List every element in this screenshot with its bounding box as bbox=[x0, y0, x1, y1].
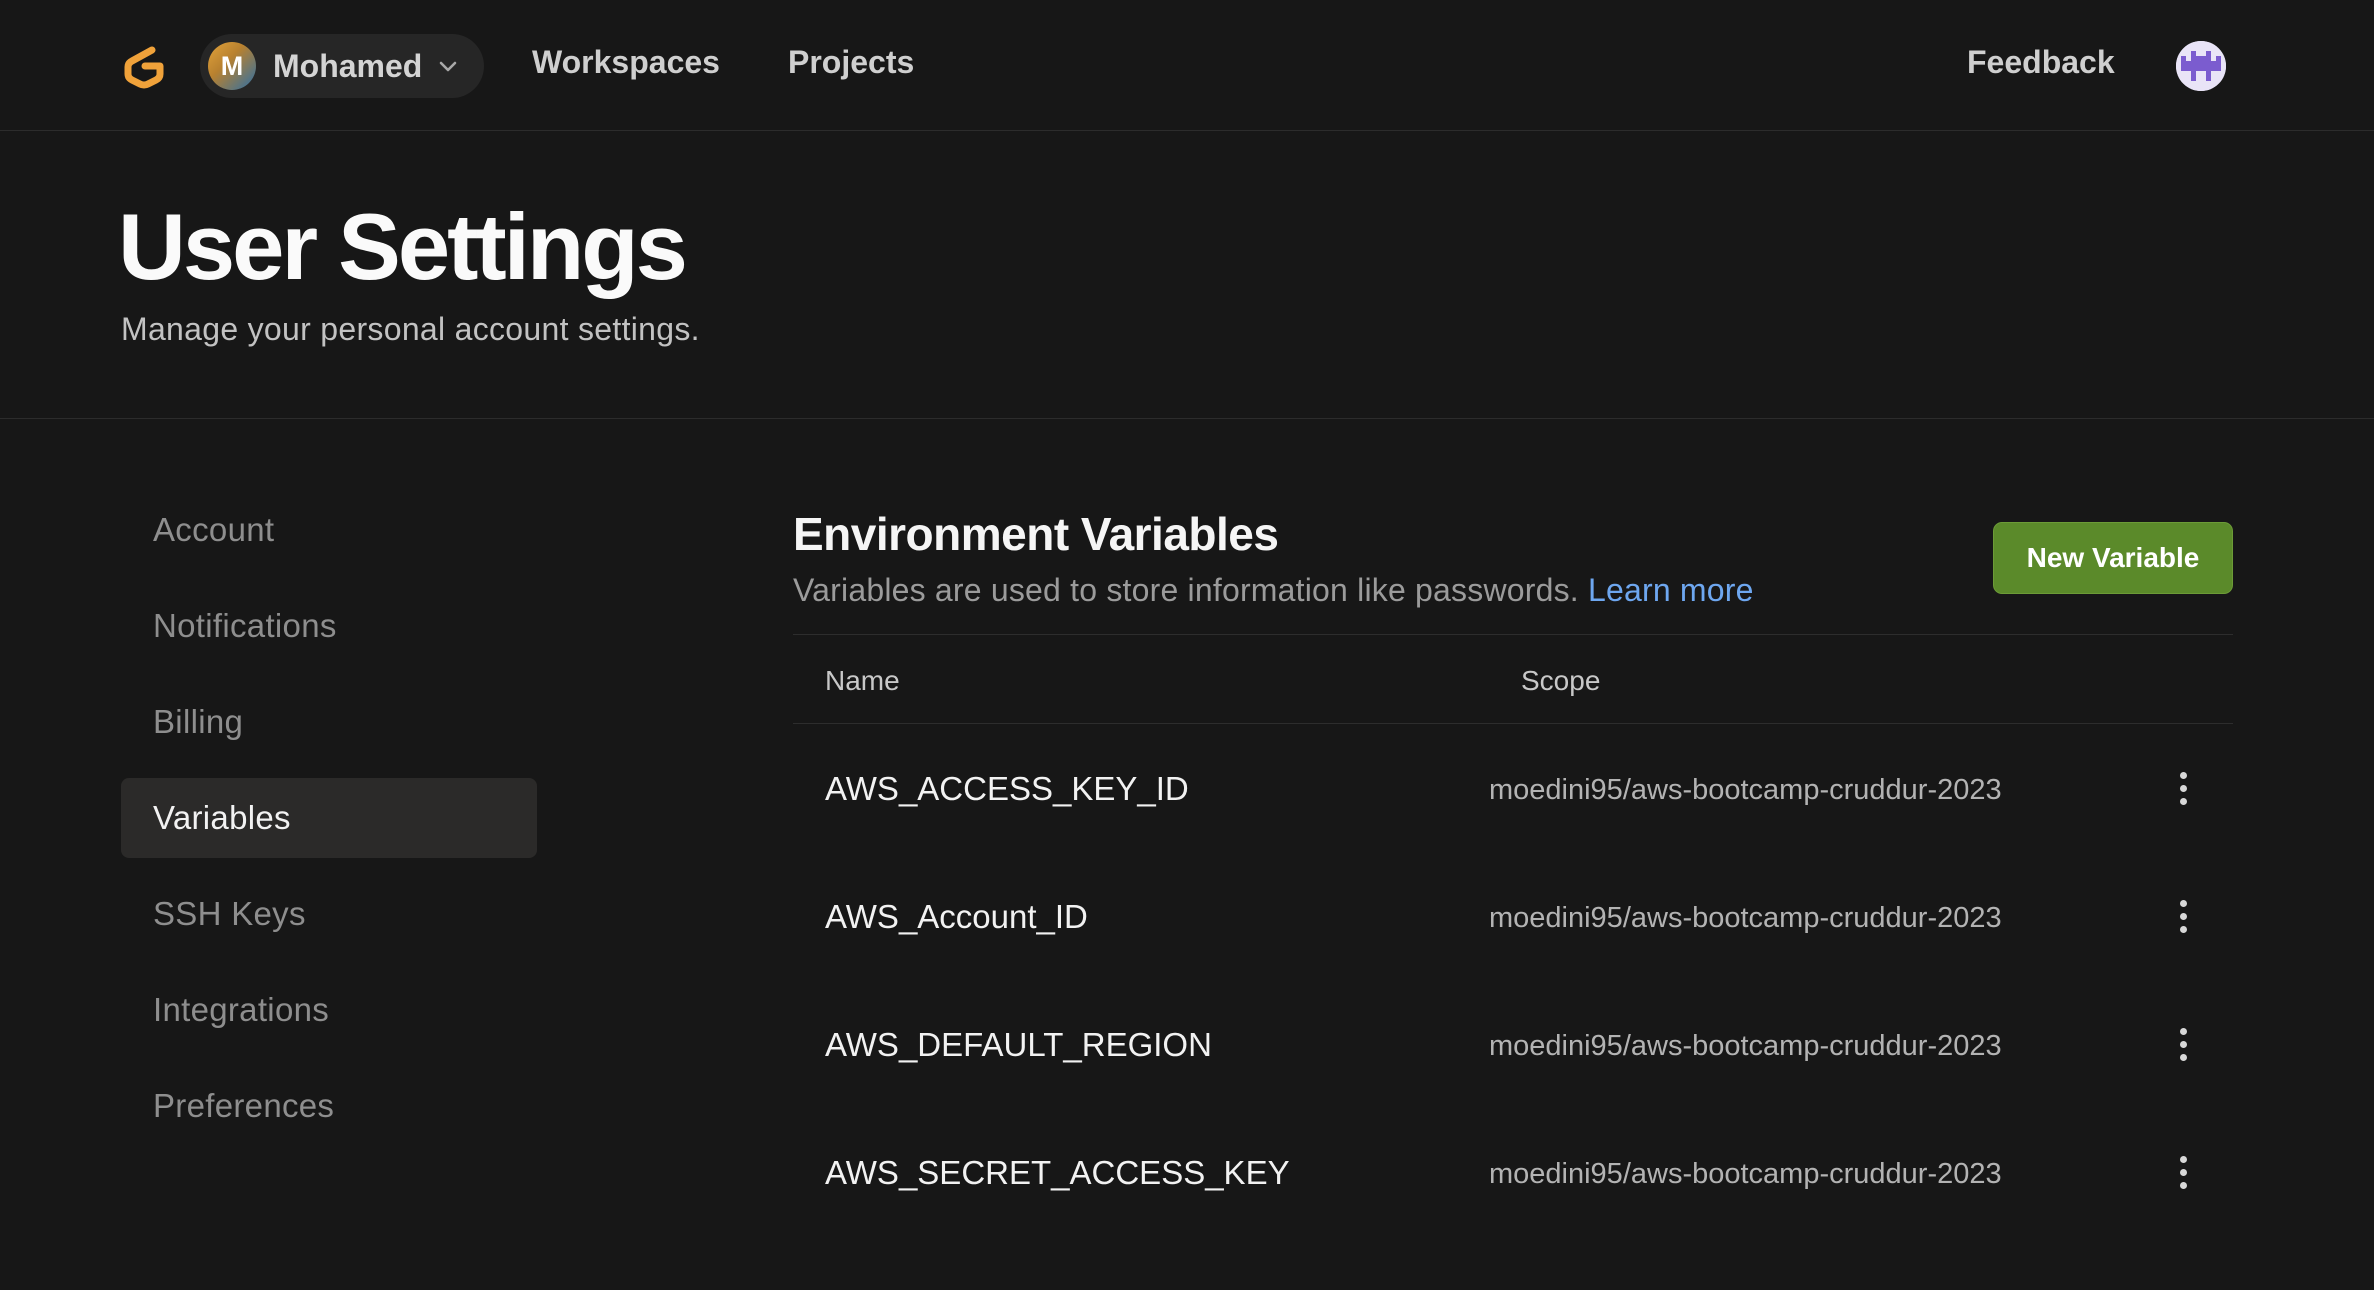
top-navigation-bar: M Mohamed Workspaces Projects Feedback bbox=[0, 0, 2374, 131]
sidebar-item-preferences[interactable]: Preferences bbox=[121, 1066, 537, 1146]
variable-name: AWS_SECRET_ACCESS_KEY bbox=[825, 1154, 1290, 1191]
page-title: User Settings bbox=[118, 194, 688, 299]
table-row: AWS_SECRET_ACCESS_KEY moedini95/aws-boot… bbox=[793, 1108, 2233, 1236]
more-vertical-icon[interactable] bbox=[2171, 892, 2195, 940]
user-switcher[interactable]: M Mohamed bbox=[200, 34, 484, 98]
section-description-text: Variables are used to store information … bbox=[793, 572, 1579, 608]
user-avatar: M bbox=[208, 42, 256, 90]
nav-feedback[interactable]: Feedback bbox=[1967, 44, 2115, 81]
gitpod-logo-icon[interactable] bbox=[118, 40, 170, 92]
variable-name: AWS_ACCESS_KEY_ID bbox=[825, 770, 1189, 807]
sidebar-item-notifications[interactable]: Notifications bbox=[121, 586, 537, 666]
more-vertical-icon[interactable] bbox=[2171, 764, 2195, 812]
user-avatar-icon bbox=[2176, 41, 2226, 91]
user-name: Mohamed bbox=[273, 47, 423, 84]
new-variable-button[interactable]: New Variable bbox=[1993, 522, 2233, 594]
chevron-down-icon bbox=[440, 61, 457, 72]
variable-scope: moedini95/aws-bootcamp-cruddur-2023 bbox=[1489, 902, 2002, 934]
table-row: AWS_DEFAULT_REGION moedini95/aws-bootcam… bbox=[793, 980, 2233, 1108]
sidebar-item-ssh-keys[interactable]: SSH Keys bbox=[121, 874, 537, 954]
section-title: Environment Variables bbox=[793, 508, 1279, 560]
sidebar-item-integrations[interactable]: Integrations bbox=[121, 970, 537, 1050]
variable-name: AWS_DEFAULT_REGION bbox=[825, 1026, 1212, 1063]
nav-projects[interactable]: Projects bbox=[788, 44, 914, 81]
variable-scope: moedini95/aws-bootcamp-cruddur-2023 bbox=[1489, 774, 2002, 806]
sidebar-item-variables[interactable]: Variables bbox=[121, 778, 537, 858]
section-description: Variables are used to store information … bbox=[793, 572, 1754, 609]
page-header: User Settings Manage your personal accou… bbox=[0, 131, 2374, 419]
variable-name: AWS_Account_ID bbox=[825, 898, 1088, 935]
variable-scope: moedini95/aws-bootcamp-cruddur-2023 bbox=[1489, 1158, 2002, 1190]
variable-scope: moedini95/aws-bootcamp-cruddur-2023 bbox=[1489, 1030, 2002, 1062]
sidebar-item-account[interactable]: Account bbox=[121, 490, 537, 570]
page-subtitle: Manage your personal account settings. bbox=[121, 311, 700, 347]
column-header-scope: Scope bbox=[1521, 665, 1601, 696]
table-header: Name Scope bbox=[793, 634, 2233, 724]
more-vertical-icon[interactable] bbox=[2171, 1148, 2195, 1196]
nav-workspaces[interactable]: Workspaces bbox=[532, 44, 720, 81]
table-row: AWS_ACCESS_KEY_ID moedini95/aws-bootcamp… bbox=[793, 724, 2233, 852]
column-header-name: Name bbox=[825, 665, 900, 696]
profile-avatar[interactable] bbox=[2176, 41, 2226, 91]
table-row: AWS_Account_ID moedini95/aws-bootcamp-cr… bbox=[793, 852, 2233, 980]
more-vertical-icon[interactable] bbox=[2171, 1020, 2195, 1068]
sidebar-item-billing[interactable]: Billing bbox=[121, 682, 537, 762]
learn-more-link[interactable]: Learn more bbox=[1588, 572, 1754, 608]
